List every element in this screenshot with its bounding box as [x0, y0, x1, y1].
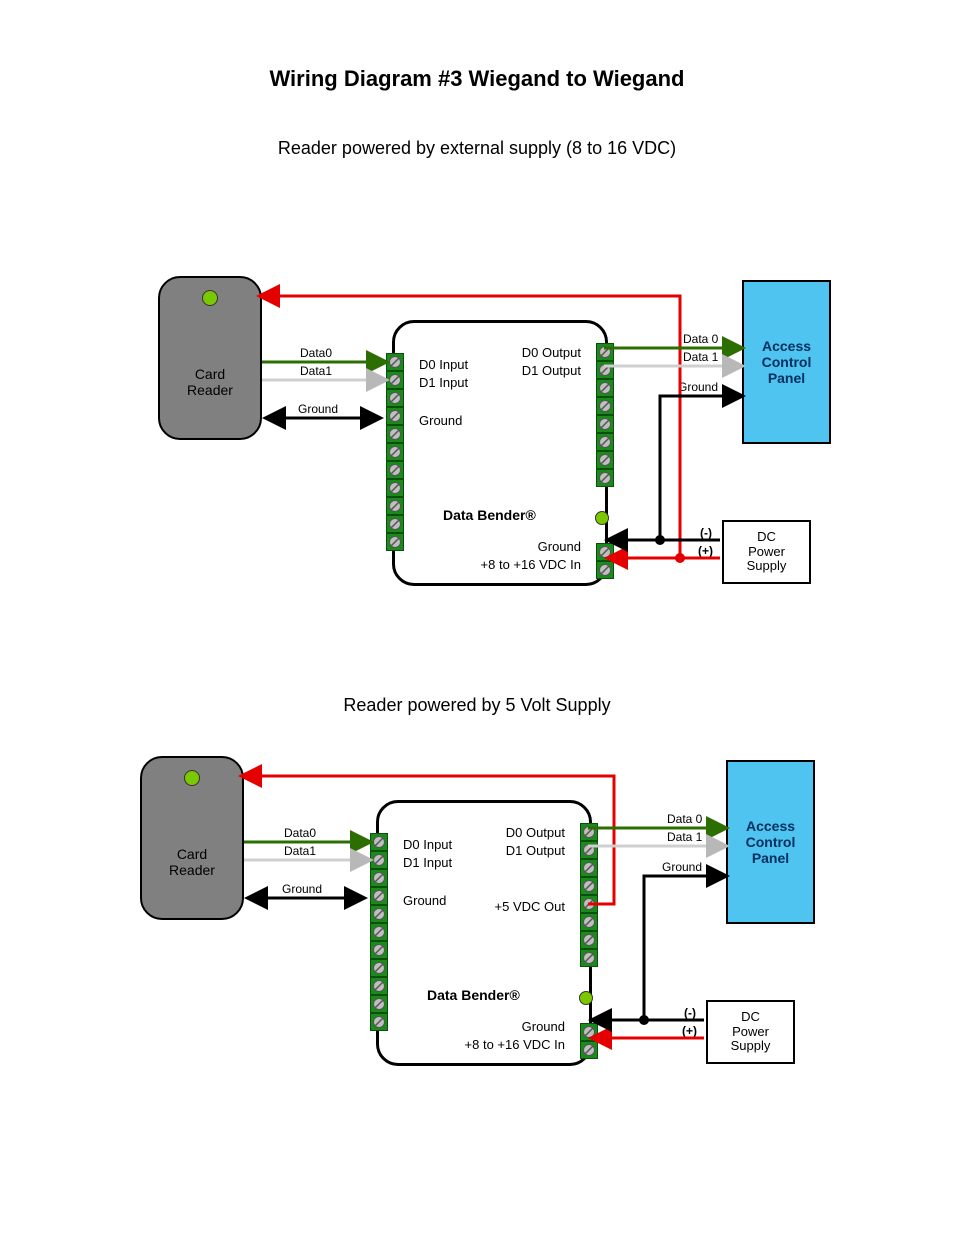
wires-2 — [0, 0, 954, 1235]
